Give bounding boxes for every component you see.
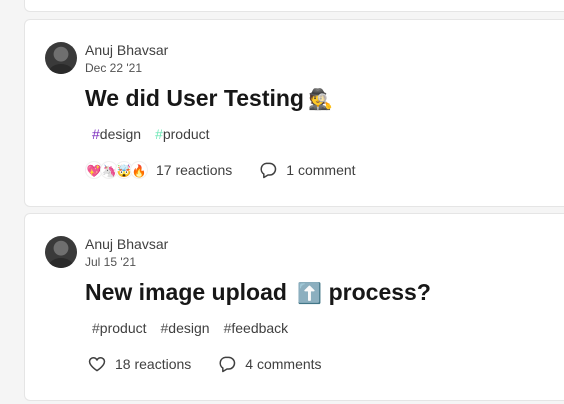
post-date[interactable]: Jul 15 '21 — [85, 255, 136, 269]
tag-list: #design #product — [87, 124, 215, 144]
fire-icon: 🔥 — [130, 161, 148, 179]
post-card[interactable]: Anuj Bhavsar Dec 22 '21 We did User Test… — [24, 19, 564, 207]
reactions-count: 17 reactions — [156, 162, 233, 178]
author-name[interactable]: Anuj Bhavsar — [85, 42, 168, 58]
tag-feedback[interactable]: #feedback — [219, 318, 294, 338]
detective-emoji: 🕵️ — [307, 89, 333, 111]
post-title-text[interactable]: We did User Testing — [85, 85, 304, 111]
comments-count: 1 comment — [286, 162, 356, 178]
comments-button[interactable]: 1 comment — [252, 156, 361, 184]
comment-icon — [260, 162, 277, 179]
post-actions: 💖 🦄 🤯 🔥 17 reactions 1 comment — [79, 156, 362, 184]
post-title-text-start[interactable]: New image upload — [85, 279, 287, 305]
reaction-emoji-stack: 💖 🦄 🤯 🔥 — [85, 161, 148, 179]
tag-design[interactable]: #design — [156, 318, 215, 338]
heart-icon — [88, 356, 106, 372]
reactions-button[interactable]: 💖 🦄 🤯 🔥 17 reactions — [79, 157, 238, 183]
tag-design[interactable]: #design — [87, 124, 146, 144]
tag-product[interactable]: #product — [150, 124, 215, 144]
post-actions: 18 reactions 4 comments — [81, 350, 328, 378]
post-date[interactable]: Dec 22 '21 — [85, 61, 142, 75]
post-title[interactable]: New image upload ⬆️ process? — [85, 279, 431, 306]
reactions-count: 18 reactions — [115, 356, 192, 372]
avatar[interactable] — [45, 42, 77, 74]
up-arrow-emoji: ⬆️ — [297, 283, 323, 305]
post-card[interactable]: Anuj Bhavsar Jul 15 '21 New image upload… — [24, 213, 564, 401]
post-title-text-end[interactable]: process? — [329, 279, 431, 305]
comments-button[interactable]: 4 comments — [211, 350, 327, 378]
post-title[interactable]: We did User Testing 🕵️ — [85, 85, 333, 112]
tag-list: #product #design #feedback — [87, 318, 293, 338]
comments-count: 4 comments — [245, 356, 322, 372]
previous-post-card — [24, 0, 564, 12]
comment-icon — [219, 356, 236, 373]
tag-product[interactable]: #product — [87, 318, 152, 338]
reactions-button[interactable]: 18 reactions — [81, 350, 197, 378]
author-name[interactable]: Anuj Bhavsar — [85, 236, 168, 252]
avatar[interactable] — [45, 236, 77, 268]
